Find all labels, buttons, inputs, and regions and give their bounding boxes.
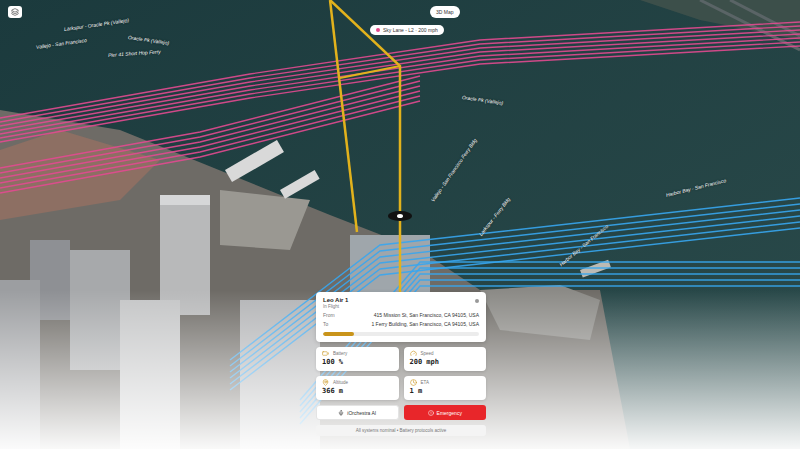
stat-icon xyxy=(410,350,417,357)
flight-panel: Leo Air 1In Flight From415 Mission St, Sa… xyxy=(316,292,486,436)
flight-status: In Flight xyxy=(323,304,348,309)
flight-name: Leo Air 1 xyxy=(323,297,348,303)
flight-progress xyxy=(323,332,479,336)
stat-card: ETA1 m xyxy=(404,376,487,400)
route-from: From415 Mission St, San Francisco, CA 94… xyxy=(323,312,479,318)
lane-dot-icon xyxy=(376,28,380,32)
stat-card: Altitude366 m xyxy=(316,376,399,400)
lane-tooltip: Sky Lane - L2 · 200 mph xyxy=(370,25,444,35)
status-bar: All systems nominal • Battery protocols … xyxy=(316,425,486,436)
stat-icon xyxy=(410,379,417,386)
stat-card: Battery100 % xyxy=(316,347,399,371)
flight-card: Leo Air 1In Flight From415 Mission St, Sa… xyxy=(316,292,486,342)
emergency-button[interactable]: Emergency xyxy=(404,405,487,420)
stat-icon xyxy=(322,379,329,386)
card-menu-icon[interactable] xyxy=(475,299,479,303)
mic-icon xyxy=(338,410,344,416)
drone-marker-icon[interactable] xyxy=(388,211,412,221)
action-row: iOrchestra AI Emergency xyxy=(316,405,486,420)
map-mode-button[interactable]: 3D Map xyxy=(430,6,460,18)
stat-icon xyxy=(322,350,329,357)
route-to: To1 Ferry Building, San Francisco, CA 94… xyxy=(323,321,479,327)
flight-map-screen: Larkspur - Oracle Pk (Vallejo)Vallejo - … xyxy=(0,0,800,449)
assistant-button[interactable]: iOrchestra AI xyxy=(316,405,399,420)
stats-grid: Battery100 %Speed200 mphAltitude366 mETA… xyxy=(316,347,486,400)
aerial-map[interactable] xyxy=(0,0,800,449)
layers-icon xyxy=(11,8,19,16)
stat-card: Speed200 mph xyxy=(404,347,487,371)
alert-icon xyxy=(428,410,434,416)
layers-button[interactable] xyxy=(8,6,22,18)
